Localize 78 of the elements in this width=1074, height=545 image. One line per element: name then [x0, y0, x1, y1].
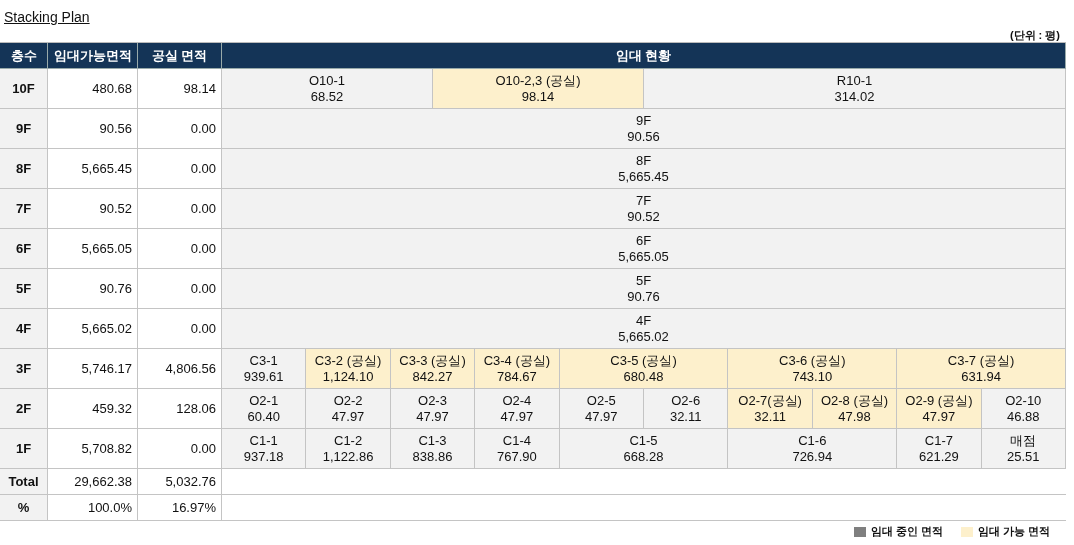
- floor-label: 10F: [0, 69, 48, 109]
- table-cell: 0.00: [138, 109, 222, 149]
- leased-unit-cell: 5F 90.76: [222, 269, 1066, 308]
- leased-unit-cell: O2-2 47.97: [306, 389, 391, 428]
- leased-unit-cell: O2-10 46.88: [981, 389, 1066, 428]
- leased-unit-cell: O2-1 60.40: [222, 389, 307, 428]
- vacant-unit-cell: C3-6 (공실) 743.10: [728, 349, 898, 388]
- table-cell: 0.00: [138, 309, 222, 349]
- floor-label: 6F: [0, 229, 48, 269]
- table-cell: 0.00: [138, 149, 222, 189]
- column-header: 임대 현황: [222, 43, 1066, 69]
- table-cell: 90.52: [48, 189, 138, 229]
- leased-unit-cell: C3-1 939.61: [222, 349, 307, 388]
- table-cell: 5,032.76: [138, 469, 222, 495]
- floor-label: 1F: [0, 429, 48, 469]
- table-cell: 459.32: [48, 389, 138, 429]
- floor-label: 5F: [0, 269, 48, 309]
- table-cell: 0.00: [138, 269, 222, 309]
- leased-unit-cell: O2-5 47.97: [559, 389, 644, 428]
- leased-unit-cell: C1-7 621.29: [897, 429, 982, 468]
- floor-label: 3F: [0, 349, 48, 389]
- leased-unit-cell: O2-3 47.97: [390, 389, 476, 428]
- column-header: 임대가능면적: [48, 43, 138, 69]
- floor-label: 4F: [0, 309, 48, 349]
- table-cell: 5,746.17: [48, 349, 138, 389]
- floor-label: 9F: [0, 109, 48, 149]
- leased-unit-cell: O2-6 32.11: [644, 389, 729, 428]
- table-cell: 16.97%: [138, 495, 222, 521]
- leased-unit-cell: 7F 90.52: [222, 189, 1066, 228]
- leased-unit-cell: 6F 5,665.05: [222, 229, 1066, 268]
- column-header: 공실 면적: [138, 43, 222, 69]
- vacant-unit-cell: C3-7 (공실) 631.94: [897, 349, 1066, 388]
- table-cell: 5,708.82: [48, 429, 138, 469]
- leased-unit-cell: 매점 25.51: [981, 429, 1066, 468]
- page-title: Stacking Plan: [4, 9, 90, 25]
- table-cell: 90.56: [48, 109, 138, 149]
- vacant-unit-cell: C3-5 (공실) 680.48: [559, 349, 729, 388]
- table-cell: 0.00: [138, 189, 222, 229]
- table-cell: 4,806.56: [138, 349, 222, 389]
- leased-unit-cell: C1-4 767.90: [475, 429, 560, 468]
- vacant-unit-cell: O2-8 (공실) 47.98: [812, 389, 898, 428]
- table-cell: 0.00: [138, 229, 222, 269]
- leased-unit-cell: 8F 5,665.45: [222, 149, 1066, 188]
- summary-label: Total: [0, 469, 48, 495]
- vacant-unit-cell: O2-7(공실) 32.11: [728, 389, 813, 428]
- vacant-unit-cell: O2-9 (공실) 47.97: [897, 389, 982, 428]
- table-cell: 100.0%: [48, 495, 138, 521]
- summary-label: %: [0, 495, 48, 521]
- table-cell: 98.14: [138, 69, 222, 109]
- floor-label: 8F: [0, 149, 48, 189]
- table-cell: 90.76: [48, 269, 138, 309]
- table-cell: 29,662.38: [48, 469, 138, 495]
- vacant-unit-cell: O10-2,3 (공실) 98.14: [433, 69, 644, 108]
- leased-unit-cell: O10-1 68.52: [222, 69, 433, 108]
- legend-label: 임대 중인 면적: [870, 524, 943, 539]
- leased-unit-cell: C1-6 726.94: [728, 429, 898, 468]
- vacant-unit-cell: C3-4 (공실) 784.67: [475, 349, 560, 388]
- column-header: 층수: [0, 43, 48, 69]
- floor-label: 2F: [0, 389, 48, 429]
- legend-label: 임대 가능 면적: [977, 524, 1050, 539]
- leased-unit-cell: C1-5 668.28: [559, 429, 729, 468]
- leased-unit-cell: 4F 5,665.02: [222, 309, 1066, 348]
- table-cell: 5,665.02: [48, 309, 138, 349]
- leased-unit-cell: C1-2 1,122.86: [306, 429, 391, 468]
- vacant-unit-cell: C3-2 (공실) 1,124.10: [306, 349, 391, 388]
- floor-label: 7F: [0, 189, 48, 229]
- table-cell: 0.00: [138, 429, 222, 469]
- table-cell: 5,665.05: [48, 229, 138, 269]
- leased-unit-cell: C1-3 838.86: [390, 429, 476, 468]
- table-cell: 5,665.45: [48, 149, 138, 189]
- unit-note: (단위 : 평): [1009, 28, 1060, 43]
- table-cell: 480.68: [48, 69, 138, 109]
- leased-unit-cell: 9F 90.56: [222, 109, 1066, 148]
- vacant-unit-cell: C3-3 (공실) 842.27: [390, 349, 476, 388]
- table-cell: 128.06: [138, 389, 222, 429]
- leased-unit-cell: C1-1 937.18: [222, 429, 307, 468]
- leased-unit-cell: R10-1 314.02: [644, 69, 1066, 108]
- leased-unit-cell: O2-4 47.97: [475, 389, 560, 428]
